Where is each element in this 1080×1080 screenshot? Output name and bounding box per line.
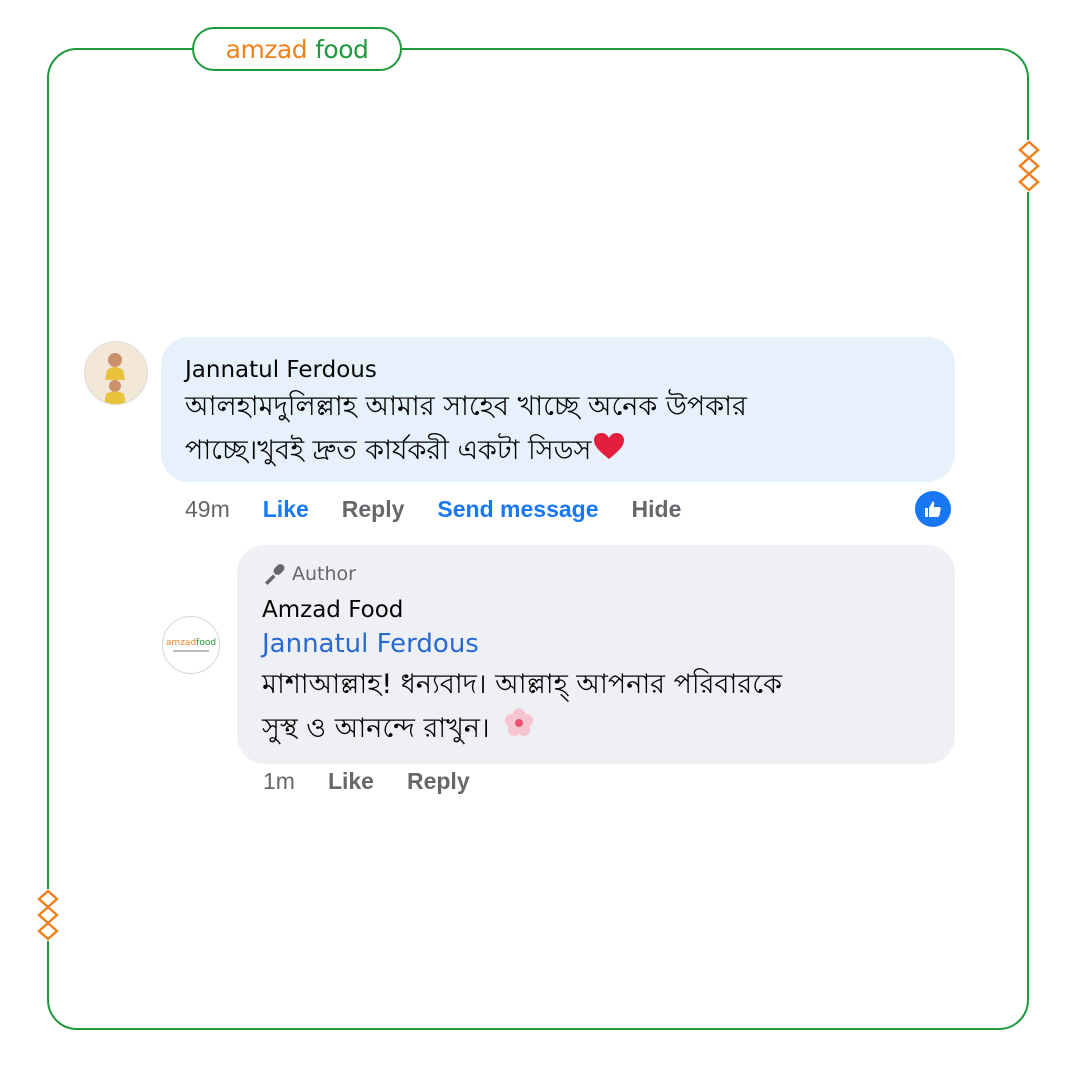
reply-text-line-1: মাশাআল্লাহ! ধন্যবাদ। আল্লাহ্ আপনার পরিবা… <box>262 669 782 700</box>
brand-logo: amzad food <box>192 27 402 71</box>
logo-text-amzad: amzad <box>225 34 308 64</box>
heart-emoji-icon <box>593 430 625 474</box>
cherry-blossom-emoji-icon <box>504 708 534 752</box>
comment-text-line-1: আলহামদুলিল্লাহ আমার সাহেব খাচ্ছে অনেক উপ… <box>185 391 747 422</box>
like-button[interactable]: Like <box>263 496 309 523</box>
send-message-button[interactable]: Send message <box>437 496 598 523</box>
mention-link[interactable]: Jannatul Ferdous <box>262 625 930 663</box>
comment-actions: 49m Like Reply Send message Hide <box>185 496 714 523</box>
reply-actions: 1m Like Reply <box>263 768 503 795</box>
author-badge-label: Author <box>292 563 356 585</box>
reply-text-line-2: সুস্থ ও আনন্দে রাখুন। <box>262 713 490 744</box>
page-avatar-tagline <box>173 650 209 652</box>
commenter-avatar[interactable] <box>84 341 148 405</box>
diamond-ornament-left <box>35 889 61 941</box>
comment-text-line-2: পাচ্ছে।খুবই দ্রুত কার্যকরী একটা সিডস <box>185 435 592 466</box>
reply-bubble: Author Amzad Food Jannatul Ferdous মাশাআ… <box>237 545 955 764</box>
comment-bubble: Jannatul Ferdous আলহামদুলিল্লাহ আমার সাহ… <box>161 337 955 482</box>
reply-timestamp[interactable]: 1m <box>263 768 295 795</box>
reply-like-button[interactable]: Like <box>328 768 374 795</box>
logo-text-food: food <box>315 34 369 64</box>
commenter-name[interactable]: Jannatul Ferdous <box>185 355 931 385</box>
page-avatar[interactable]: amzadfood <box>162 616 220 674</box>
reply-button[interactable]: Reply <box>342 496 405 523</box>
hide-button[interactable]: Hide <box>632 496 682 523</box>
reply-author-name[interactable]: Amzad Food <box>262 595 930 625</box>
comment-timestamp[interactable]: 49m <box>185 496 230 523</box>
diamond-ornament-right <box>1016 140 1042 192</box>
microphone-icon <box>265 564 285 585</box>
author-badge: Author <box>262 559 930 589</box>
reply-reply-button[interactable]: Reply <box>407 768 470 795</box>
page-avatar-logo: amzadfood <box>165 638 217 648</box>
like-reaction-icon[interactable] <box>915 491 951 527</box>
green-frame-border <box>47 48 1029 1030</box>
